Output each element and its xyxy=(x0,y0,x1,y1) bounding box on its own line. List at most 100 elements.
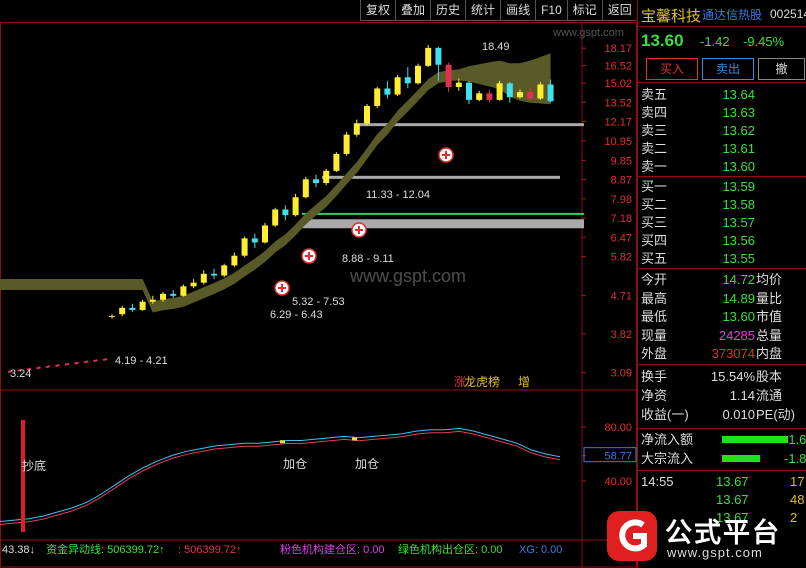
row-value: 13.55 xyxy=(722,251,755,266)
row-value: 1.14 xyxy=(729,388,755,403)
row-label: 收益(一) xyxy=(641,407,689,422)
row-label: 买四 xyxy=(641,233,668,248)
stat-row: 今开 14.72 均价 xyxy=(638,271,806,288)
support-zone xyxy=(302,219,584,229)
price-tick-label: 10.95 xyxy=(604,136,632,148)
watermark-text: www.gspt.com xyxy=(349,266,466,286)
cancel-button[interactable]: 撤 xyxy=(758,58,805,80)
price-tick-label: 13.52 xyxy=(604,97,632,109)
candle-body xyxy=(547,84,554,102)
tick-price: 13.67 xyxy=(716,474,749,489)
row-value: 13.62 xyxy=(722,123,755,138)
toolbar: 复权 叠加 历史 统计 画线 F10 标记 返回 xyxy=(360,0,637,22)
stock-tag[interactable]: 通达信热股 xyxy=(702,6,762,23)
candle-body xyxy=(496,83,503,100)
row-value: 14.72 xyxy=(722,272,755,287)
candle-body xyxy=(241,238,248,256)
toolbar-history-button[interactable]: 历史 xyxy=(430,0,466,21)
row-label: 买三 xyxy=(641,215,668,230)
toolbar-mark-button[interactable]: 标记 xyxy=(566,0,602,21)
row-label2: 量比 xyxy=(756,290,783,306)
early-candle xyxy=(102,358,108,361)
candle-body xyxy=(109,315,115,317)
legend-series: 资金异动线: 506399.72↑ xyxy=(46,542,165,556)
dragon-list-label: 龙虎榜 xyxy=(464,374,500,389)
candle-body xyxy=(415,65,421,84)
legend-series: : 506399.72↑ xyxy=(178,544,242,556)
ind-tick-label: 80.00 xyxy=(604,422,632,434)
candle-body xyxy=(435,47,442,65)
legend-series: 绿色机构出仓区: 0.00 xyxy=(398,542,503,556)
row-label: 换手 xyxy=(641,369,668,384)
candle-body xyxy=(211,273,217,276)
early-candle xyxy=(55,364,60,367)
stat-row: 现量 24285 总量 xyxy=(638,327,806,344)
row-label: 今开 xyxy=(641,272,668,287)
toolbar-stats-button[interactable]: 统计 xyxy=(465,0,501,21)
candle-body xyxy=(333,153,340,171)
candle-body xyxy=(190,282,197,287)
price-change-pct: -9.45% xyxy=(743,34,785,49)
ask-row: 卖四 13.63 xyxy=(638,104,806,121)
row-label2: 流通 xyxy=(756,388,783,403)
row-value: 373074 xyxy=(711,346,755,361)
early-candle xyxy=(36,366,41,370)
buy-button[interactable]: 买入 xyxy=(646,58,698,80)
row-value: 13.59 xyxy=(722,179,755,194)
divider xyxy=(638,26,806,27)
row-label2: 总量 xyxy=(756,327,783,343)
candle-body xyxy=(527,92,534,99)
signal-label: 抄底 xyxy=(22,458,46,473)
price-tick-label: 3.82 xyxy=(611,329,632,341)
candle-body xyxy=(353,123,360,135)
stock-code: 002514 xyxy=(770,7,806,21)
flow-label: 大宗流入 xyxy=(641,451,694,466)
flow-row: 大宗流入 -1.8 xyxy=(638,450,806,467)
high-label: 18.49 xyxy=(482,41,510,53)
row-label2: PE(动) xyxy=(756,407,796,422)
stat2-row: 换手 15.54% 股本 xyxy=(638,368,806,385)
tick-row: 13.67 48 xyxy=(638,491,806,508)
bid-row: 买一 13.59 xyxy=(638,178,806,195)
candle-body xyxy=(374,88,381,107)
toolbar-fuquan-button[interactable]: 复权 xyxy=(360,0,396,21)
toolbar-back-button[interactable]: 返回 xyxy=(601,0,637,21)
candle-body xyxy=(221,265,228,276)
candle-body xyxy=(445,64,452,87)
row-value: 13.60 xyxy=(722,309,755,324)
ind-dot xyxy=(352,437,357,441)
row-label: 卖三 xyxy=(641,123,668,138)
flow-bar xyxy=(722,455,760,462)
stat-row: 最低 13.60 市值 xyxy=(638,308,806,325)
bottom-signal-bar xyxy=(21,420,25,532)
row-value: 13.61 xyxy=(722,141,755,156)
bid-row: 买四 13.56 xyxy=(638,232,806,249)
sell-button[interactable]: 卖出 xyxy=(702,58,754,80)
divider xyxy=(638,176,806,177)
flow-bar xyxy=(722,436,788,443)
candle-body xyxy=(394,77,401,95)
toolbar-overlay-button[interactable]: 叠加 xyxy=(395,0,431,21)
tick-row: 14:55 13.67 17 xyxy=(638,473,806,490)
toolbar-f10-button[interactable]: F10 xyxy=(535,0,567,21)
stat-row: 外盘 373074 内盘 xyxy=(638,345,806,362)
support-zone xyxy=(302,212,584,215)
row-value: 0.010 xyxy=(722,407,755,422)
candle-body xyxy=(302,179,309,198)
candle-body xyxy=(119,307,126,315)
row-label: 最高 xyxy=(641,290,668,306)
price-tick-label: 7.18 xyxy=(611,213,632,225)
tick-time: 14:55 xyxy=(641,474,674,489)
ask-row: 卖二 13.61 xyxy=(638,140,806,157)
row-value: 13.58 xyxy=(722,197,755,212)
toolbar-draw-button[interactable]: 画线 xyxy=(500,0,536,21)
early-candle xyxy=(83,360,89,364)
price-change: -1.42 xyxy=(700,34,730,49)
zone-label: 4.19 - 4.21 xyxy=(115,355,168,367)
logo-url: www.gspt.com xyxy=(667,545,763,560)
candle-body xyxy=(313,179,319,184)
candle-body xyxy=(139,301,146,310)
kline-chart[interactable]: www.gspt.com 18.17 16.52 15.02 13.52 12.17 10.… xyxy=(0,0,637,568)
candle-body xyxy=(455,82,462,87)
row-label: 买一 xyxy=(641,179,668,194)
